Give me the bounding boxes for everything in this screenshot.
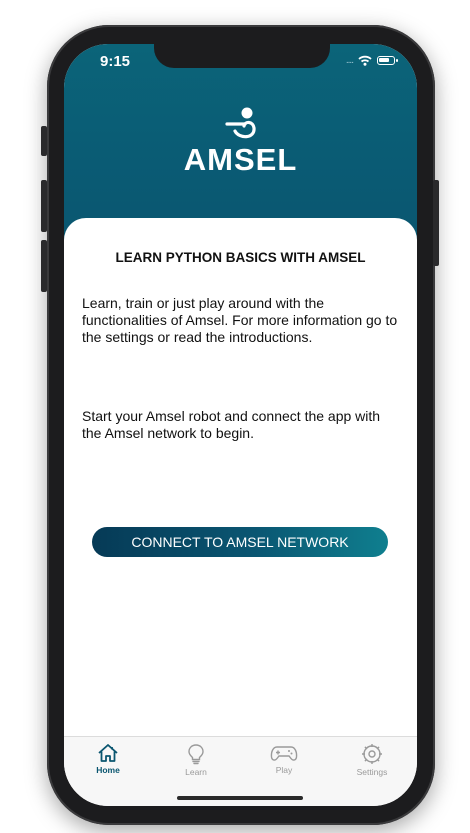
page-title: LEARN PYTHON BASICS WITH AMSEL xyxy=(115,250,366,265)
tab-learn[interactable]: Learn xyxy=(166,743,226,777)
volume-up-button xyxy=(41,180,47,232)
amsel-logo: AMSEL xyxy=(64,106,417,178)
gamepad-icon xyxy=(270,746,298,761)
tab-label-play: Play xyxy=(275,765,293,775)
lightbulb-icon xyxy=(188,744,204,765)
content-card: LEARN PYTHON BASICS WITH AMSEL Learn, tr… xyxy=(64,218,417,738)
status-icons: .... xyxy=(345,55,398,66)
power-button xyxy=(433,180,439,266)
app-header: 9:15 .... AMSEL xyxy=(64,44,417,244)
status-time: 9:15 xyxy=(100,53,131,70)
mute-switch xyxy=(41,126,47,156)
instruction-text: Start your Amsel robot and connect the a… xyxy=(82,408,381,441)
connect-network-button[interactable]: CONNECT TO AMSEL NETWORK xyxy=(92,527,388,557)
wifi-icon xyxy=(358,55,372,66)
tab-settings[interactable]: Settings xyxy=(342,743,402,777)
tab-label-learn: Learn xyxy=(185,767,207,777)
home-indicator[interactable] xyxy=(177,796,303,800)
battery-icon xyxy=(377,56,398,65)
tab-label-home: Home xyxy=(96,765,120,775)
tab-play[interactable]: Play xyxy=(254,743,314,775)
gear-icon xyxy=(362,744,382,764)
notch xyxy=(154,44,330,68)
brand-wordmark: AMSEL xyxy=(183,142,298,177)
intro-text: Learn, train or just play around with th… xyxy=(82,295,398,345)
tab-home[interactable]: Home xyxy=(78,743,138,775)
volume-down-button xyxy=(41,240,47,292)
amsel-logo-icon xyxy=(224,107,256,139)
tab-label-settings: Settings xyxy=(356,767,388,777)
app-screen: 9:15 .... AMSEL LEARN PYTHON BASICS WITH… xyxy=(64,44,417,806)
home-icon xyxy=(98,744,118,762)
signal-icon: .... xyxy=(345,55,354,66)
